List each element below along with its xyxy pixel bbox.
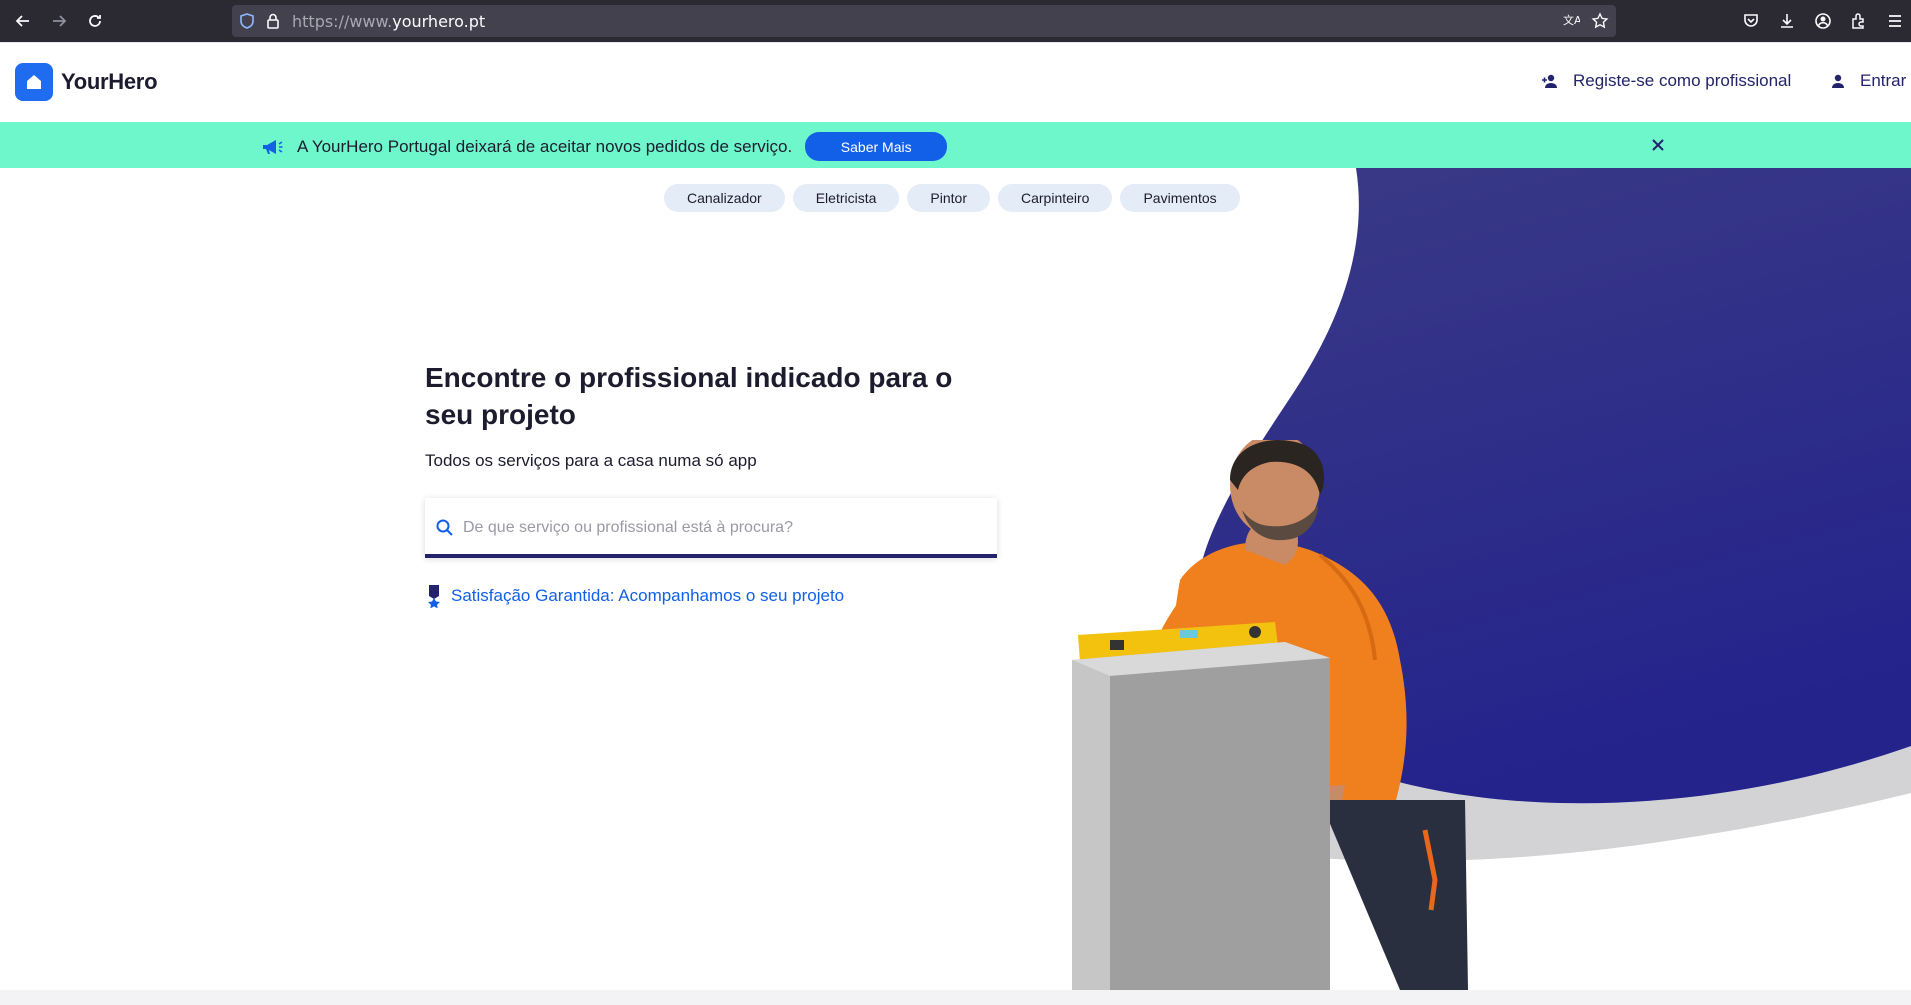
extensions-icon[interactable] (1847, 9, 1871, 33)
award-ribbon-icon (428, 585, 440, 608)
user-icon (1832, 74, 1844, 88)
search-icon (436, 519, 453, 536)
satisfaction-guarantee-label: Satisfação Garantida: Acompanhamos o seu… (451, 586, 845, 605)
hero-subtitle: Todos os serviços para a casa numa só ap… (425, 451, 757, 470)
search-input[interactable] (461, 510, 985, 546)
lock-icon[interactable] (264, 12, 282, 30)
close-icon[interactable] (1648, 135, 1668, 155)
satisfaction-guarantee-link[interactable]: Satisfação Garantida: Acompanhamos o seu… (425, 584, 844, 608)
url-text[interactable]: https://www.yourhero.pt (292, 12, 485, 31)
forward-arrow-icon[interactable] (45, 9, 73, 33)
chip-pavimentos[interactable]: Pavimentos (1120, 184, 1240, 212)
menu-icon[interactable] (1883, 9, 1907, 33)
back-arrow-icon[interactable] (9, 9, 37, 33)
address-bar[interactable]: https://www.yourhero.pt 文A (232, 5, 1616, 37)
chip-pintor[interactable]: Pintor (907, 184, 990, 212)
register-professional-label: Registe-se como profissional (1573, 71, 1792, 90)
pocket-icon[interactable] (1739, 9, 1763, 33)
announcement-banner: A YourHero Portugal deixará de aceitar n… (0, 122, 1911, 168)
category-chips: Canalizador Eletricista Pintor Carpintei… (664, 184, 1240, 212)
login-link[interactable]: Entrar (1830, 71, 1906, 91)
site-header: YourHero Registe-se como profissional En… (0, 42, 1911, 123)
learn-more-button[interactable]: Saber Mais (805, 132, 948, 161)
register-professional-link[interactable]: Registe-se como profissional (1541, 71, 1791, 91)
reload-icon[interactable] (81, 9, 109, 33)
logo-text: YourHero (61, 69, 158, 94)
shield-icon[interactable] (238, 12, 256, 30)
download-icon[interactable] (1775, 9, 1799, 33)
worker-with-level-photo (1072, 440, 1468, 990)
add-user-icon (1542, 74, 1557, 88)
hero-background (1100, 168, 1911, 862)
megaphone-icon (263, 139, 283, 154)
page-bottom-strip (0, 990, 1911, 1005)
browser-toolbar: https://www.yourhero.pt 文A (0, 0, 1911, 42)
chip-carpinteiro[interactable]: Carpinteiro (997, 184, 1113, 212)
house-icon (15, 63, 53, 101)
svg-text:文A: 文A (1563, 13, 1580, 27)
bookmark-star-icon[interactable] (1591, 12, 1609, 30)
chip-canalizador[interactable]: Canalizador (664, 184, 785, 212)
hero-title: Encontre o profissional indicado para o … (425, 362, 953, 430)
chip-eletricista[interactable]: Eletricista (792, 184, 900, 212)
logo[interactable]: YourHero (15, 63, 158, 101)
service-search[interactable] (425, 498, 997, 558)
banner-message: A YourHero Portugal deixará de aceitar n… (297, 136, 793, 156)
translate-icon[interactable]: 文A (1562, 12, 1580, 30)
account-icon[interactable] (1811, 9, 1835, 33)
login-label: Entrar (1860, 71, 1907, 90)
